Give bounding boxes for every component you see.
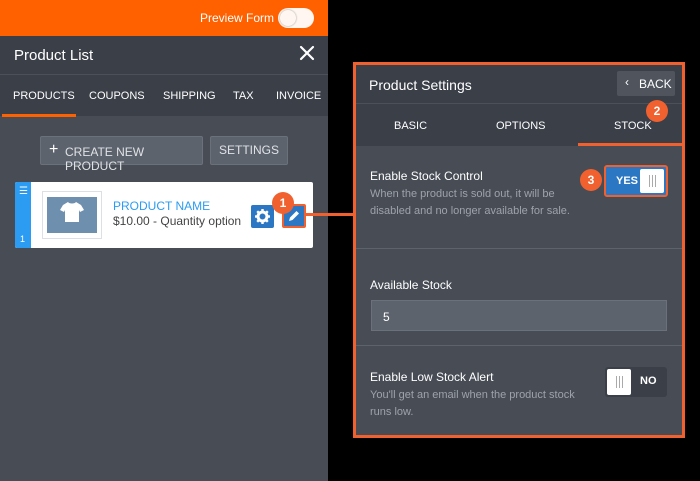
- active-tab-indicator: [2, 114, 76, 117]
- top-bar: Preview Form: [0, 0, 328, 36]
- tab-invoice[interactable]: INVOICE: [276, 90, 321, 102]
- product-settings-panel: Product Settings ‹ BACK BASIC OPTIONS ST…: [353, 62, 685, 438]
- toggle-no-label: NO: [640, 375, 657, 387]
- settings-header: Product Settings ‹ BACK: [356, 65, 682, 103]
- tab-tax[interactable]: TAX: [233, 90, 254, 102]
- preview-form-toggle[interactable]: [278, 8, 314, 28]
- tshirt-icon: [60, 202, 84, 222]
- toggle-thumb: [607, 369, 631, 395]
- toggle-yes-label: YES: [616, 175, 639, 187]
- create-button-label: CREATE NEW PRODUCT: [65, 145, 145, 173]
- grip-line: [652, 175, 653, 187]
- tab-products[interactable]: PRODUCTS: [13, 90, 75, 102]
- chevron-left-icon: ‹: [625, 75, 629, 89]
- close-icon[interactable]: [298, 44, 316, 62]
- product-tabs: PRODUCTS COUPONS SHIPPING TAX INVOICE: [0, 74, 328, 117]
- product-settings-button[interactable]: [251, 205, 274, 228]
- stock-control-description: When the product is sold out, it will be…: [370, 188, 570, 217]
- panel-title: Product List: [14, 47, 94, 64]
- tab-shipping[interactable]: SHIPPING: [163, 90, 216, 102]
- available-stock-input[interactable]: 5: [371, 300, 667, 331]
- product-price: $10.00 - Quantity option: [113, 214, 242, 228]
- menu-icon: ☰: [19, 186, 28, 197]
- grip-line: [622, 376, 623, 388]
- tab-basic[interactable]: BASIC: [394, 120, 427, 132]
- tab-options[interactable]: OPTIONS: [496, 120, 546, 132]
- grip-line: [616, 376, 617, 388]
- grip-line: [655, 175, 656, 187]
- product-list-panel: Preview Form Product List PRODUCTS COUPO…: [0, 0, 328, 481]
- plus-icon: +: [49, 141, 59, 158]
- panel-header: Product List: [0, 36, 328, 74]
- product-thumbnail: [42, 191, 102, 239]
- step-badge-3: 3: [580, 169, 602, 191]
- grip-line: [619, 376, 620, 388]
- toggle-thumb: [640, 169, 664, 193]
- step-badge-2: 2: [646, 100, 668, 122]
- low-stock-alert-title: Enable Low Stock Alert: [370, 370, 494, 384]
- grip-line: [649, 175, 650, 187]
- low-stock-alert-section: Enable Low Stock Alert You'll get an ema…: [356, 347, 682, 438]
- stock-control-section: Enable Stock Control When the product is…: [356, 146, 682, 249]
- available-stock-title: Available Stock: [370, 278, 452, 292]
- stock-control-title: Enable Stock Control: [370, 169, 483, 183]
- gear-icon: [255, 209, 270, 224]
- stock-control-toggle[interactable]: YES: [604, 165, 668, 197]
- low-stock-alert-description: You'll get an email when the product sto…: [370, 389, 575, 418]
- create-new-product-button[interactable]: + CREATE NEW PRODUCT: [40, 136, 203, 173]
- tab-coupons[interactable]: COUPONS: [89, 90, 145, 102]
- low-stock-alert-toggle[interactable]: NO: [605, 367, 667, 397]
- product-index: 1: [20, 234, 26, 244]
- tab-stock[interactable]: STOCK: [614, 120, 652, 132]
- back-button[interactable]: ‹ BACK: [617, 71, 675, 96]
- settings-tabs: BASIC OPTIONS STOCK: [356, 103, 682, 146]
- stock-value: 5: [383, 310, 390, 324]
- settings-button[interactable]: SETTINGS: [210, 136, 288, 165]
- back-label: BACK: [639, 77, 672, 91]
- toggle-knob: [280, 10, 296, 26]
- preview-form-label: Preview Form: [199, 11, 274, 25]
- drag-handle[interactable]: ☰ 1: [15, 182, 31, 248]
- available-stock-section: Available Stock 5: [356, 250, 682, 346]
- step-badge-1: 1: [272, 192, 294, 214]
- connector-line: [305, 213, 355, 216]
- product-name[interactable]: PRODUCT NAME: [113, 199, 210, 213]
- product-card[interactable]: ☰ 1 PRODUCT NAME $10.00 - Quantity optio…: [15, 182, 313, 248]
- settings-title: Product Settings: [369, 77, 472, 93]
